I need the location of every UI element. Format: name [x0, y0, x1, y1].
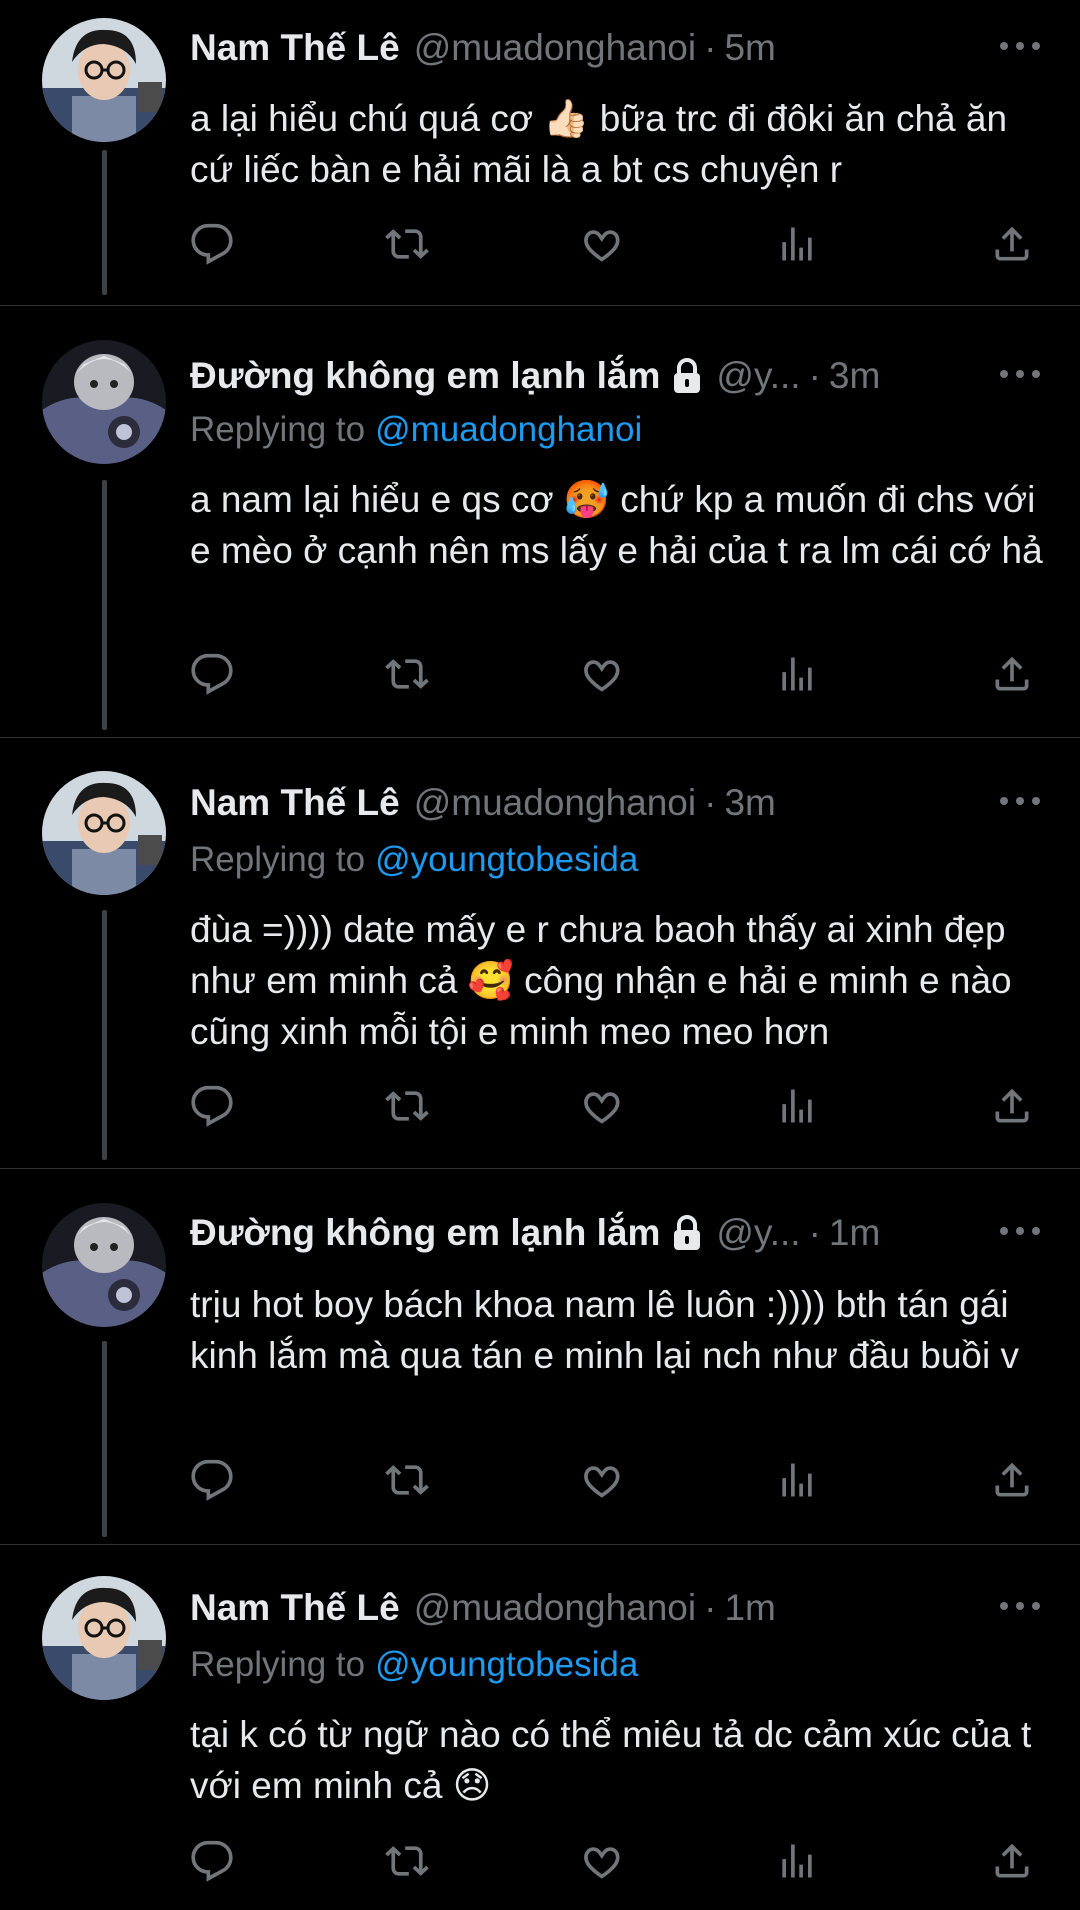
retweet-icon[interactable]	[385, 222, 429, 266]
like-icon[interactable]	[580, 652, 624, 696]
share-icon[interactable]	[990, 222, 1034, 266]
man-glasses-avatar-icon	[42, 771, 166, 895]
action-bar	[190, 652, 1050, 700]
retweet-icon[interactable]	[385, 1458, 429, 1502]
display-name[interactable]: Đường không em lạnh lắm	[190, 1212, 660, 1254]
separator-dot: ·	[808, 355, 821, 396]
retweet-icon[interactable]	[385, 652, 429, 696]
retweet-icon[interactable]	[385, 1839, 429, 1883]
action-bar	[190, 1458, 1050, 1506]
handle[interactable]: @muadonghanoi	[414, 1587, 696, 1629]
display-name[interactable]: Đường không em lạnh lắm	[190, 355, 660, 397]
thread-line	[102, 480, 107, 730]
tweet-header: Nam Thế Lê @muadonghanoi · 5m	[190, 24, 1040, 72]
timeline: Nam Thế Lê @muadonghanoi · 5m a lại hiểu…	[0, 0, 1080, 1910]
timestamp[interactable]: 1m	[724, 1587, 775, 1629]
mention-link[interactable]: @youngtobesida	[375, 840, 638, 879]
share-icon[interactable]	[990, 652, 1034, 696]
separator-dot: ·	[704, 1587, 717, 1628]
share-icon[interactable]	[990, 1839, 1034, 1883]
reply-icon[interactable]	[190, 652, 234, 696]
more-icon[interactable]	[998, 791, 1042, 811]
replying-to: Replying to @youngtobesida	[190, 1645, 638, 1685]
tweet-text: trịu hot boy bách khoa nam lê luôn :))))…	[190, 1284, 1019, 1376]
like-icon[interactable]	[580, 1458, 624, 1502]
reply-icon[interactable]	[190, 1458, 234, 1502]
action-bar	[190, 1839, 1050, 1887]
avatar[interactable]	[42, 18, 166, 142]
reply-icon[interactable]	[190, 1839, 234, 1883]
display-name[interactable]: Nam Thế Lê	[190, 1587, 400, 1629]
handle[interactable]: @y...	[716, 355, 800, 397]
retweet-icon[interactable]	[385, 1084, 429, 1128]
views-icon[interactable]	[775, 222, 819, 266]
action-bar	[190, 222, 1050, 270]
tweet-header: Đường không em lạnh lắm @y... · 1m	[190, 1209, 1040, 1257]
separator-dot: ·	[704, 782, 717, 823]
display-name[interactable]: Nam Thế Lê	[190, 27, 400, 69]
man-glasses-avatar-icon	[42, 1576, 166, 1700]
reply-icon[interactable]	[190, 1084, 234, 1128]
avatar[interactable]	[42, 340, 166, 464]
thread-line	[102, 1341, 107, 1537]
share-icon[interactable]	[990, 1458, 1034, 1502]
like-icon[interactable]	[580, 222, 624, 266]
replying-to: Replying to @muadonghanoi	[190, 410, 642, 450]
avatar[interactable]	[42, 1576, 166, 1700]
replying-prefix: Replying to	[190, 840, 366, 879]
action-bar	[190, 1084, 1050, 1132]
man-glasses-avatar-icon	[42, 18, 166, 142]
tweet[interactable]: Đường không em lạnh lắm @y... · 3m Reply…	[0, 306, 1080, 737]
like-icon[interactable]	[580, 1839, 624, 1883]
share-icon[interactable]	[990, 1084, 1034, 1128]
views-icon[interactable]	[775, 1458, 819, 1502]
views-icon[interactable]	[775, 652, 819, 696]
tweet[interactable]: Nam Thế Lê @muadonghanoi · 5m a lại hiểu…	[0, 0, 1080, 305]
tweet[interactable]: Nam Thế Lê @muadonghanoi · 3m Replying t…	[0, 738, 1080, 1168]
more-icon[interactable]	[998, 1596, 1042, 1616]
thread-line	[102, 910, 107, 1160]
tweet-text: a lại hiểu chú quá cơ 👍🏻 bữa trc đi đôki…	[190, 98, 1008, 190]
mention-link[interactable]: @youngtobesida	[375, 1645, 638, 1684]
thread-line	[102, 150, 107, 295]
replying-to: Replying to @youngtobesida	[190, 840, 638, 880]
handle[interactable]: @muadonghanoi	[414, 27, 696, 69]
anime-avatar-icon	[42, 1203, 166, 1327]
more-icon[interactable]	[998, 1221, 1042, 1241]
tweet-text: tại k có từ ngữ nào có thể miêu tả dc cả…	[190, 1714, 1032, 1806]
tweet-text: đùa =)))) date mấy e r chưa baoh thấy ai…	[190, 909, 1012, 1052]
like-icon[interactable]	[580, 1084, 624, 1128]
views-icon[interactable]	[775, 1839, 819, 1883]
separator-dot: ·	[704, 27, 717, 68]
avatar[interactable]	[42, 1203, 166, 1327]
lock-icon	[672, 358, 702, 394]
more-icon[interactable]	[998, 36, 1042, 56]
mention-link[interactable]: @muadonghanoi	[375, 410, 642, 449]
tweet-text: a nam lại hiểu e qs cơ 🥵 chứ kp a muốn đ…	[190, 479, 1043, 571]
tweet-header: Nam Thế Lê @muadonghanoi · 3m	[190, 779, 1040, 827]
lock-icon	[672, 1215, 702, 1251]
handle[interactable]: @y...	[716, 1212, 800, 1254]
views-icon[interactable]	[775, 1084, 819, 1128]
tweet-header: Đường không em lạnh lắm @y... · 3m	[190, 352, 1040, 400]
tweet-header: Nam Thế Lê @muadonghanoi · 1m	[190, 1584, 1040, 1632]
avatar[interactable]	[42, 771, 166, 895]
timestamp[interactable]: 1m	[829, 1212, 880, 1254]
reply-icon[interactable]	[190, 222, 234, 266]
timestamp[interactable]: 3m	[724, 782, 775, 824]
handle[interactable]: @muadonghanoi	[414, 782, 696, 824]
replying-prefix: Replying to	[190, 1645, 366, 1684]
display-name[interactable]: Nam Thế Lê	[190, 782, 400, 824]
replying-prefix: Replying to	[190, 410, 366, 449]
tweet[interactable]: Nam Thế Lê @muadonghanoi · 1m Replying t…	[0, 1545, 1080, 1910]
anime-avatar-icon	[42, 340, 166, 464]
separator-dot: ·	[808, 1212, 821, 1253]
timestamp[interactable]: 3m	[829, 355, 880, 397]
tweet[interactable]: Đường không em lạnh lắm @y... · 1m trịu …	[0, 1169, 1080, 1544]
more-icon[interactable]	[998, 364, 1042, 384]
timestamp[interactable]: 5m	[724, 27, 775, 69]
